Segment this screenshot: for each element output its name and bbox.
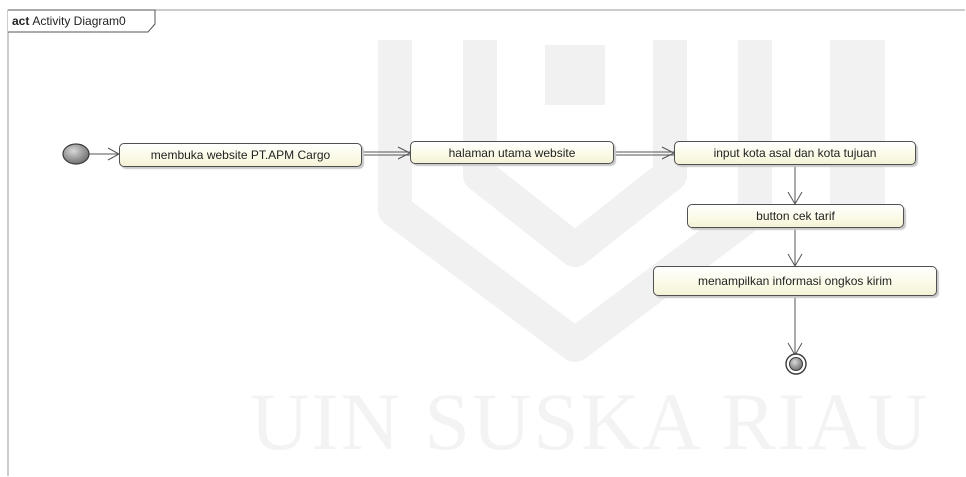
activity-input-kota[interactable]: input kota asal dan kota tujuan [674, 141, 916, 165]
final-node[interactable] [785, 353, 807, 375]
frame-title: Activity Diagram0 [32, 14, 126, 28]
diagram-frame [7, 9, 965, 476]
frame-label: act Activity Diagram0 [12, 14, 126, 28]
flow-a1-to-a2 [362, 146, 412, 160]
flow-a5-to-final [787, 296, 803, 356]
initial-node[interactable] [62, 143, 90, 165]
flow-a3-to-a4 [787, 164, 803, 205]
frame-keyword: act [12, 14, 30, 28]
activity-membuka-website[interactable]: membuka website PT.APM Cargo [119, 143, 362, 167]
diagram-canvas: UIN SUSKA RIAU act Activity Diagram0 mem… [0, 0, 966, 477]
flow-a2-to-a3 [614, 146, 676, 160]
flow-a4-to-a5 [787, 228, 803, 267]
activity-button-cek-tarif[interactable]: button cek tarif [687, 204, 904, 228]
flow-initial-to-a1 [89, 147, 121, 161]
diagram-lines [7, 9, 965, 476]
activity-menampilkan-informasi[interactable]: menampilkan informasi ongkos kirim [653, 266, 937, 296]
activity-halaman-utama[interactable]: halaman utama website [410, 141, 614, 164]
